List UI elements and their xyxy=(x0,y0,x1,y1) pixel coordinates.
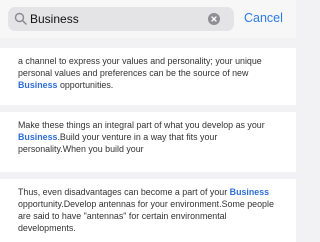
highlighted-term: Business xyxy=(18,132,58,142)
search-result[interactable]: Thus, even disadvantages can become a pa… xyxy=(0,179,296,242)
cancel-button[interactable]: Cancel xyxy=(244,11,283,25)
search-bar: Cancel xyxy=(0,0,296,38)
search-field[interactable] xyxy=(8,7,234,31)
result-text: a channel to express your values and per… xyxy=(18,56,262,90)
search-icon xyxy=(14,12,28,26)
search-input[interactable] xyxy=(30,7,210,31)
search-result[interactable]: Make these things an integral part of wh… xyxy=(0,112,296,172)
clear-icon[interactable] xyxy=(208,13,220,25)
highlighted-term: Business xyxy=(18,80,60,90)
result-text: Thus, even disadvantages can become a pa… xyxy=(18,187,274,233)
highlighted-term: Business xyxy=(229,187,270,197)
search-result[interactable]: a channel to express your values and per… xyxy=(0,48,296,105)
result-text: Make these things an integral part of wh… xyxy=(18,120,265,154)
